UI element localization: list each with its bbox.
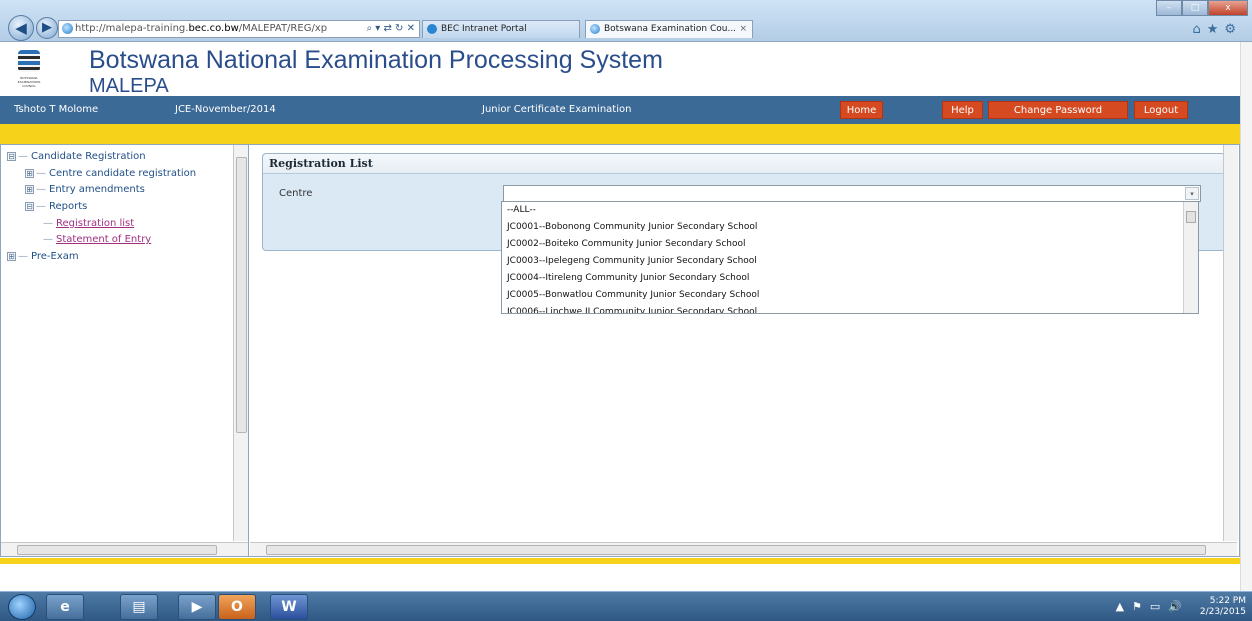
page-title: Botswana National Examination Processing… <box>89 46 663 74</box>
scrollbar-thumb[interactable] <box>266 545 1206 555</box>
chevron-down-icon[interactable]: ▾ <box>1185 187 1199 200</box>
collapse-icon[interactable]: ⊟ <box>7 151 16 161</box>
crest-icon <box>18 50 40 72</box>
expand-icon[interactable]: ⊞ <box>7 251 16 261</box>
page-subtitle: MALEPA <box>89 75 169 97</box>
page-vertical-scrollbar[interactable] <box>1240 42 1252 591</box>
back-button[interactable]: ◀ <box>8 15 34 41</box>
portal-icon <box>427 24 437 34</box>
dropdown-option[interactable]: --ALL-- <box>502 202 1198 219</box>
tree-node-registration-list[interactable]: — Registration list <box>43 218 134 229</box>
dropdown-option[interactable]: JC0004--Itireleng Community Junior Secon… <box>502 270 1198 287</box>
dropdown-option[interactable]: JC0005--Bonwatlou Community Junior Secon… <box>502 287 1198 304</box>
tab-close-icon[interactable]: × <box>739 21 747 38</box>
logo-label: BOTSWANA EXAMINATIONS COUNCIL <box>17 76 41 88</box>
centre-label: Centre <box>279 188 313 199</box>
tree-node-candidate-registration[interactable]: ⊟ — Candidate Registration <box>7 151 146 162</box>
browser-toolbar: ◀ ▶ http://malepa-training.bec.co.bw/MAL… <box>0 0 1252 42</box>
tree-label: Centre candidate registration <box>49 168 197 179</box>
exam-session: JCE-November/2014 <box>175 104 276 115</box>
sidebar: ⊟ — Candidate Registration ⊞ — Centre candid… <box>1 145 249 556</box>
ie-page-icon <box>62 23 73 34</box>
tab-botswana-exam[interactable]: Botswana Examination Cou... × <box>585 20 753 38</box>
url-host: bec.co.bw <box>188 23 239 34</box>
logout-button[interactable]: Logout <box>1134 101 1188 119</box>
dropdown-option[interactable]: JC0001--Bobonong Community Junior Second… <box>502 219 1198 236</box>
windows-taskbar: e ▤ ▶ O W ▲⚑▭🔊 5:22 PM 2/23/2015 <box>0 591 1252 621</box>
tree-label: Reports <box>49 201 88 212</box>
url-prefix: http://malepa-training. <box>75 23 189 34</box>
bec-logo: BOTSWANA EXAMINATIONS COUNCIL <box>14 50 44 92</box>
clock[interactable]: 5:22 PM 2/23/2015 <box>1200 596 1246 618</box>
maximize-button[interactable]: □ <box>1182 0 1208 16</box>
system-tray-icons[interactable]: ▲⚑▭🔊 <box>1116 600 1190 613</box>
url-suffix: /MALEPAT/REG/xp <box>238 23 328 34</box>
app-header: BOTSWANA EXAMINATIONS COUNCIL Botswana N… <box>0 42 1240 97</box>
main-horizontal-scrollbar[interactable] <box>250 542 1237 556</box>
expand-icon[interactable]: ⊞ <box>25 184 34 194</box>
sidebar-vertical-scrollbar[interactable] <box>233 145 248 541</box>
sidebar-horizontal-scrollbar[interactable] <box>1 542 248 556</box>
address-controls[interactable]: ⌕ ▾ ⇄ ↻ ✕ <box>367 21 415 37</box>
centre-select[interactable]: ▾ <box>503 185 1201 202</box>
dropdown-option[interactable]: JC0002--Boiteko Community Junior Seconda… <box>502 236 1198 253</box>
clock-time: 5:22 PM <box>1209 596 1246 606</box>
tab-bec-intranet[interactable]: BEC Intranet Portal <box>422 20 580 38</box>
dropdown-option[interactable]: JC0006--Linchwe II Community Junior Seco… <box>502 304 1198 313</box>
close-window-button[interactable]: x <box>1208 0 1248 16</box>
dropdown-option[interactable]: JC0003--Ipelegeng Community Junior Secon… <box>502 253 1198 270</box>
statement-of-entry-link[interactable]: Statement of Entry <box>56 234 151 245</box>
tree-label: Entry amendments <box>49 184 145 195</box>
tree-node-reports[interactable]: ⊟ — Reports <box>25 201 87 212</box>
tab-label: BEC Intranet Portal <box>441 24 527 34</box>
clock-date: 2/23/2015 <box>1199 607 1246 617</box>
minimize-button[interactable]: – <box>1156 0 1182 16</box>
yellow-divider <box>0 124 1240 144</box>
tree-label: Pre-Exam <box>31 251 79 262</box>
expand-icon[interactable]: ⊞ <box>25 168 34 178</box>
browser-tools-icons[interactable]: ⌂★⚙ <box>1192 22 1242 37</box>
tab-label: Botswana Examination Cou... <box>604 24 737 34</box>
help-button[interactable]: Help <box>942 101 983 119</box>
scrollbar-thumb[interactable] <box>17 545 217 555</box>
panel-title: Registration List <box>263 154 1225 174</box>
collapse-icon[interactable]: ⊟ <box>25 201 34 211</box>
scrollbar-thumb[interactable] <box>1186 211 1196 223</box>
main-vertical-scrollbar[interactable] <box>1223 145 1238 541</box>
ie-taskbar-icon[interactable]: e <box>46 594 84 620</box>
centre-dropdown-list[interactable]: --ALL-- JC0001--Bobonong Community Junio… <box>501 201 1199 314</box>
explorer-taskbar-icon[interactable]: ▤ <box>120 594 158 620</box>
ie-page-icon <box>590 24 600 34</box>
info-bar: Tshoto T Molome JCE-November/2014 Junior… <box>0 96 1240 124</box>
address-bar[interactable]: http://malepa-training.bec.co.bw/MALEPAT… <box>58 20 420 38</box>
exam-name: Junior Certificate Examination <box>482 104 632 115</box>
forward-button[interactable]: ▶ <box>36 17 58 39</box>
user-name: Tshoto T Molome <box>14 104 99 115</box>
start-button[interactable] <box>8 594 36 620</box>
home-button[interactable]: Home <box>840 101 883 119</box>
dropdown-scrollbar[interactable] <box>1183 202 1198 313</box>
scrollbar-thumb[interactable] <box>236 157 247 433</box>
footer-yellow-bar <box>0 558 1240 564</box>
tree-node-entry-amendments[interactable]: ⊞ — Entry amendments <box>25 184 145 195</box>
tree-node-statement-of-entry[interactable]: — Statement of Entry <box>43 234 151 245</box>
tree-label: Candidate Registration <box>31 151 146 162</box>
change-password-button[interactable]: Change Password <box>988 101 1128 119</box>
outlook-taskbar-icon[interactable]: O <box>218 594 256 620</box>
tree-node-centre-registration[interactable]: ⊞ — Centre candidate registration <box>25 168 196 179</box>
tree-node-pre-exam[interactable]: ⊞ — Pre-Exam <box>7 251 79 262</box>
registration-list-link[interactable]: Registration list <box>56 218 134 229</box>
word-taskbar-icon[interactable]: W <box>270 594 308 620</box>
media-taskbar-icon[interactable]: ▶ <box>178 594 216 620</box>
window-controls: – □ x <box>1156 0 1248 16</box>
